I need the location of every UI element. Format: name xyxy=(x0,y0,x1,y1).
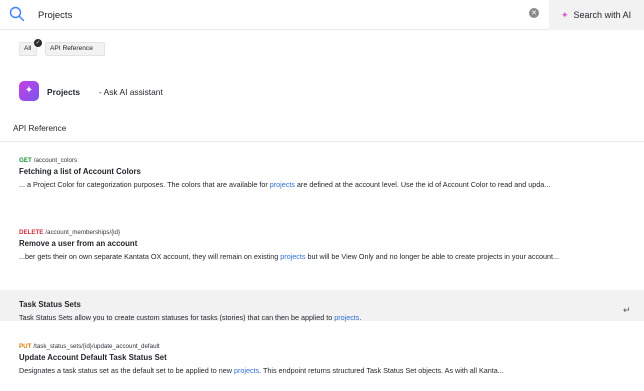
result-snippet: ... a Project Color for categorization p… xyxy=(19,178,632,191)
search-input[interactable] xyxy=(38,5,518,25)
filter-chip-api-label: API Reference xyxy=(50,45,93,52)
search-result-selected[interactable]: Task Status Sets Task Status Sets allow … xyxy=(0,290,644,324)
snippet-text: . This endpoint returns structured Task … xyxy=(259,366,504,375)
snippet-text: ... a Project Color for categorization p… xyxy=(19,180,270,189)
snippet-text: but will be View Only and no longer be a… xyxy=(305,252,560,261)
ask-ai-assistant-row[interactable]: ✦ Projects - Ask AI assistant xyxy=(19,81,619,105)
snippet-text: Designates a task status set as the defa… xyxy=(19,366,234,375)
snippet-highlight: projects xyxy=(233,366,260,375)
result-title: Remove a user from an account xyxy=(19,239,138,248)
snippet-text: Task Status Sets allow you to create cus… xyxy=(19,313,335,322)
endpoint-line: DELETE/account_memberships/{id} xyxy=(19,225,632,236)
endpoint-line: PUT/task_status_sets/{id}/update_account… xyxy=(19,339,632,350)
endpoint-line: GET/account_colors xyxy=(19,153,632,164)
http-method: GET xyxy=(19,157,32,164)
ai-assistant-icon: ✦ xyxy=(19,81,39,101)
result-title: Task Status Sets xyxy=(19,300,81,309)
snippet-text: are defined at the account level. Use th… xyxy=(294,180,551,189)
snippet-highlight: projects xyxy=(269,180,295,189)
assistant-suffix: - Ask AI assistant xyxy=(99,87,163,97)
result-snippet: Designates a task status set as the defa… xyxy=(19,364,632,377)
snippet-text: . xyxy=(359,313,362,322)
sparkle-icon: ✦ xyxy=(561,10,569,21)
filter-chip-all-label: All xyxy=(24,45,32,52)
search-icon xyxy=(9,6,25,22)
endpoint-path: /account_colors xyxy=(33,157,78,164)
search-bar: ✕ ✦ Search with AI xyxy=(0,0,644,30)
section-header-api-reference: API Reference xyxy=(0,116,644,142)
result-title: Update Account Default Task Status Set xyxy=(19,353,167,362)
endpoint-path: /task_status_sets/{id}/update_account_de… xyxy=(33,343,160,350)
assistant-query: Projects xyxy=(47,87,81,97)
result-title: Fetching a list of Account Colors xyxy=(19,167,141,176)
enter-icon: ↵ xyxy=(623,306,631,316)
http-method: PUT xyxy=(19,343,32,350)
search-result[interactable]: GET/account_colors Fetching a list of Ac… xyxy=(0,153,644,205)
endpoint-path: /account_memberships/{id} xyxy=(45,229,121,236)
check-icon: ✓ xyxy=(34,39,42,47)
search-with-ai-label: Search with AI xyxy=(573,9,632,20)
snippet-highlight: projects xyxy=(334,313,360,322)
search-result[interactable]: PUT/task_status_sets/{id}/update_account… xyxy=(0,329,644,384)
result-snippet: Task Status Sets allow you to create cus… xyxy=(19,311,632,324)
http-method: DELETE xyxy=(19,229,44,236)
search-with-ai-button[interactable]: ✦ Search with AI xyxy=(549,0,644,30)
search-result[interactable]: DELETE/account_memberships/{id} Remove a… xyxy=(0,225,644,285)
filter-chip-api-reference[interactable]: API Reference xyxy=(45,42,105,56)
result-snippet: ...ber gets their on own separate Kantat… xyxy=(19,250,632,263)
snippet-text: ...ber gets their on own separate Kantat… xyxy=(19,252,281,261)
clear-icon[interactable]: ✕ xyxy=(529,8,539,18)
snippet-highlight: projects xyxy=(280,252,306,261)
filter-chip-all[interactable]: All ✓ xyxy=(19,39,42,56)
